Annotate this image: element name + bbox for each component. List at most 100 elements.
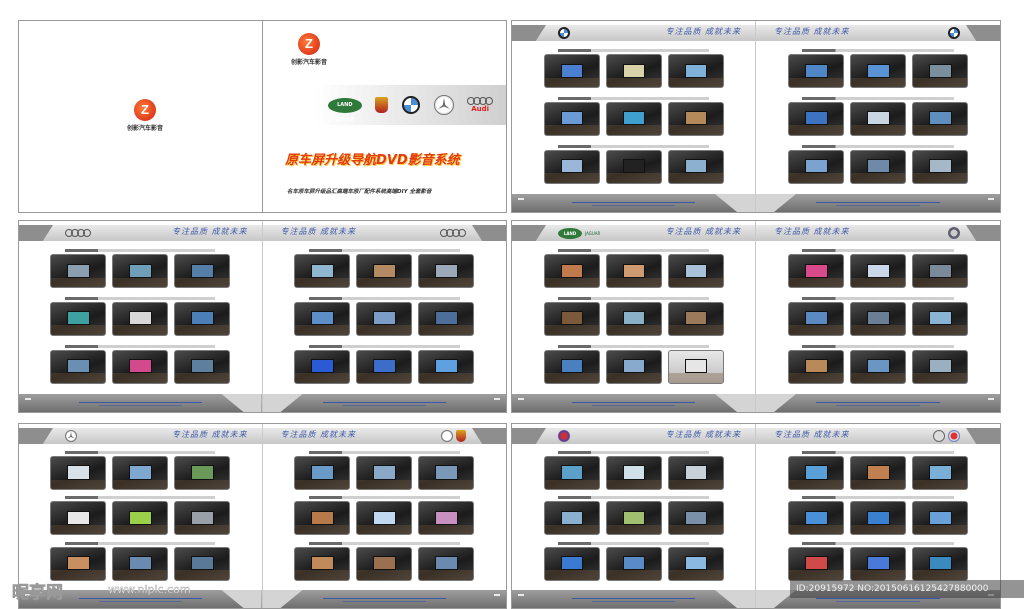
cover-subtitle: 名车原车屏升级品汇高端车原厂配件系统高端DIY 全套影音: [287, 189, 432, 195]
company-name: 创影汽车影音: [127, 125, 164, 132]
page-header: 专注品质 成就未来: [512, 428, 755, 444]
install-photo: [667, 349, 724, 384]
install-photo: [788, 149, 844, 184]
install-photo: [543, 349, 600, 384]
install-photo: [667, 101, 724, 136]
page-left: 专注品质 成就未来: [19, 221, 263, 412]
install-photo: [418, 501, 475, 536]
install-photo: [605, 101, 662, 136]
page-footer: [756, 194, 1000, 212]
cadillac-logo-icon: [558, 430, 570, 442]
mercedes-logo: [65, 429, 77, 443]
install-photo: [543, 456, 600, 491]
page-footer: [512, 194, 755, 212]
install-photo: [788, 456, 844, 491]
slogan: 专注品质 成就未来: [774, 430, 850, 439]
install-photo: [605, 301, 662, 336]
bmw-logo-icon: [558, 27, 570, 39]
page-right: 专注品质 成就未来: [756, 221, 1000, 412]
bmw-logo: [558, 26, 570, 40]
land-rover-jaguar-logo: LAND ROVER JAGUAR: [558, 226, 601, 247]
page-footer: [262, 590, 506, 608]
install-photo: [605, 54, 662, 89]
photo-grid: [756, 446, 1000, 586]
brand-logo-band: LAND ROVER Audi: [315, 85, 506, 125]
audi-rings-icon: [440, 229, 466, 237]
install-photo: [788, 501, 844, 536]
audi-logo: [65, 226, 91, 240]
cover-title: 原车屏升级导航DVD影音系统: [285, 153, 460, 168]
install-photo: [356, 349, 413, 384]
slogan: 专注品质 成就未来: [280, 430, 357, 439]
audi-rings-icon: [65, 229, 91, 237]
cadillac-logo: [558, 429, 570, 443]
page-left: LAND ROVER JAGUAR 专注品质 成就未来: [512, 221, 756, 412]
photo-grid: [756, 43, 1000, 190]
mercedes-logo-icon: [433, 95, 454, 115]
install-photo: [418, 254, 475, 289]
audi-logo: [440, 226, 466, 240]
page-header: 专注品质 成就未来: [756, 25, 1000, 41]
cover-back-page: Z 创影汽车影音: [18, 20, 262, 213]
install-photo: [605, 349, 662, 384]
install-photo: [112, 254, 169, 289]
install-photo: [850, 501, 906, 536]
install-photo: [356, 301, 413, 336]
install-photo: [50, 254, 107, 289]
porsche-logo-icon: [375, 97, 389, 113]
slogan: 专注品质 成就未来: [280, 227, 357, 236]
photo-grid: [263, 243, 507, 390]
page-header: 专注品质 成就未来: [19, 428, 262, 444]
volvo-logo-icon: [948, 227, 960, 239]
page-left: 专注品质 成就未来: [512, 21, 756, 212]
install-photo: [356, 546, 413, 581]
install-photo: [50, 349, 107, 384]
page-header: 专注品质 成就未来: [262, 225, 506, 241]
page-header: 专注品质 成就未来: [262, 428, 506, 444]
install-photo: [174, 349, 231, 384]
install-photo: [174, 546, 231, 581]
install-photo: [418, 349, 475, 384]
photo-grid: [756, 243, 1000, 390]
install-photo: [112, 301, 169, 336]
install-photo: [788, 546, 844, 581]
install-photo: [112, 349, 169, 384]
install-photo: [294, 501, 351, 536]
install-photo: [50, 456, 107, 491]
install-photo: [50, 546, 107, 581]
porsche-logo-icon: [456, 430, 466, 442]
page-header: 专注品质 成就未来: [512, 25, 755, 41]
install-photo: [418, 456, 475, 491]
mercedes-logo-icon: [441, 430, 453, 442]
install-photo: [50, 301, 107, 336]
install-photo: [850, 149, 906, 184]
install-photo: [788, 254, 844, 289]
page-footer: [512, 394, 755, 412]
mercedes-porsche-logos: [441, 429, 466, 443]
photo-grid: [19, 243, 262, 390]
install-photo: [543, 101, 600, 136]
install-photo: [850, 456, 906, 491]
install-photo: [912, 349, 968, 384]
install-photo: [543, 301, 600, 336]
install-photo: [605, 546, 662, 581]
install-photo: [294, 301, 351, 336]
install-photo: [356, 254, 413, 289]
company-name: 创影汽车影音: [291, 59, 328, 66]
install-photo: [788, 101, 844, 136]
company-logo-icon: Z: [298, 33, 320, 55]
install-photo: [850, 254, 906, 289]
jaguar-logo-icon: JAGUAR: [585, 230, 601, 236]
photo-grid: [512, 243, 755, 390]
cover-front-page: Z 创影汽车影音 LAND ROVER Audi 原车屏升级导航DVD影音系统 …: [262, 20, 507, 213]
install-photo: [112, 501, 169, 536]
page-header: 专注品质 成就未来: [19, 225, 262, 241]
page-header: 专注品质 成就未来: [756, 428, 1000, 444]
spread-mercedes-porsche: 专注品质 成就未来 专注品质 成就未来: [18, 423, 507, 609]
install-photo: [912, 546, 968, 581]
photo-grid: [512, 446, 755, 586]
slogan: 专注品质 成就未来: [665, 227, 741, 236]
page-left: 专注品质 成就未来: [512, 424, 756, 608]
install-photo: [356, 456, 413, 491]
image-id-bar: ID:20915972 NO:20150616125427880000: [790, 580, 1024, 598]
